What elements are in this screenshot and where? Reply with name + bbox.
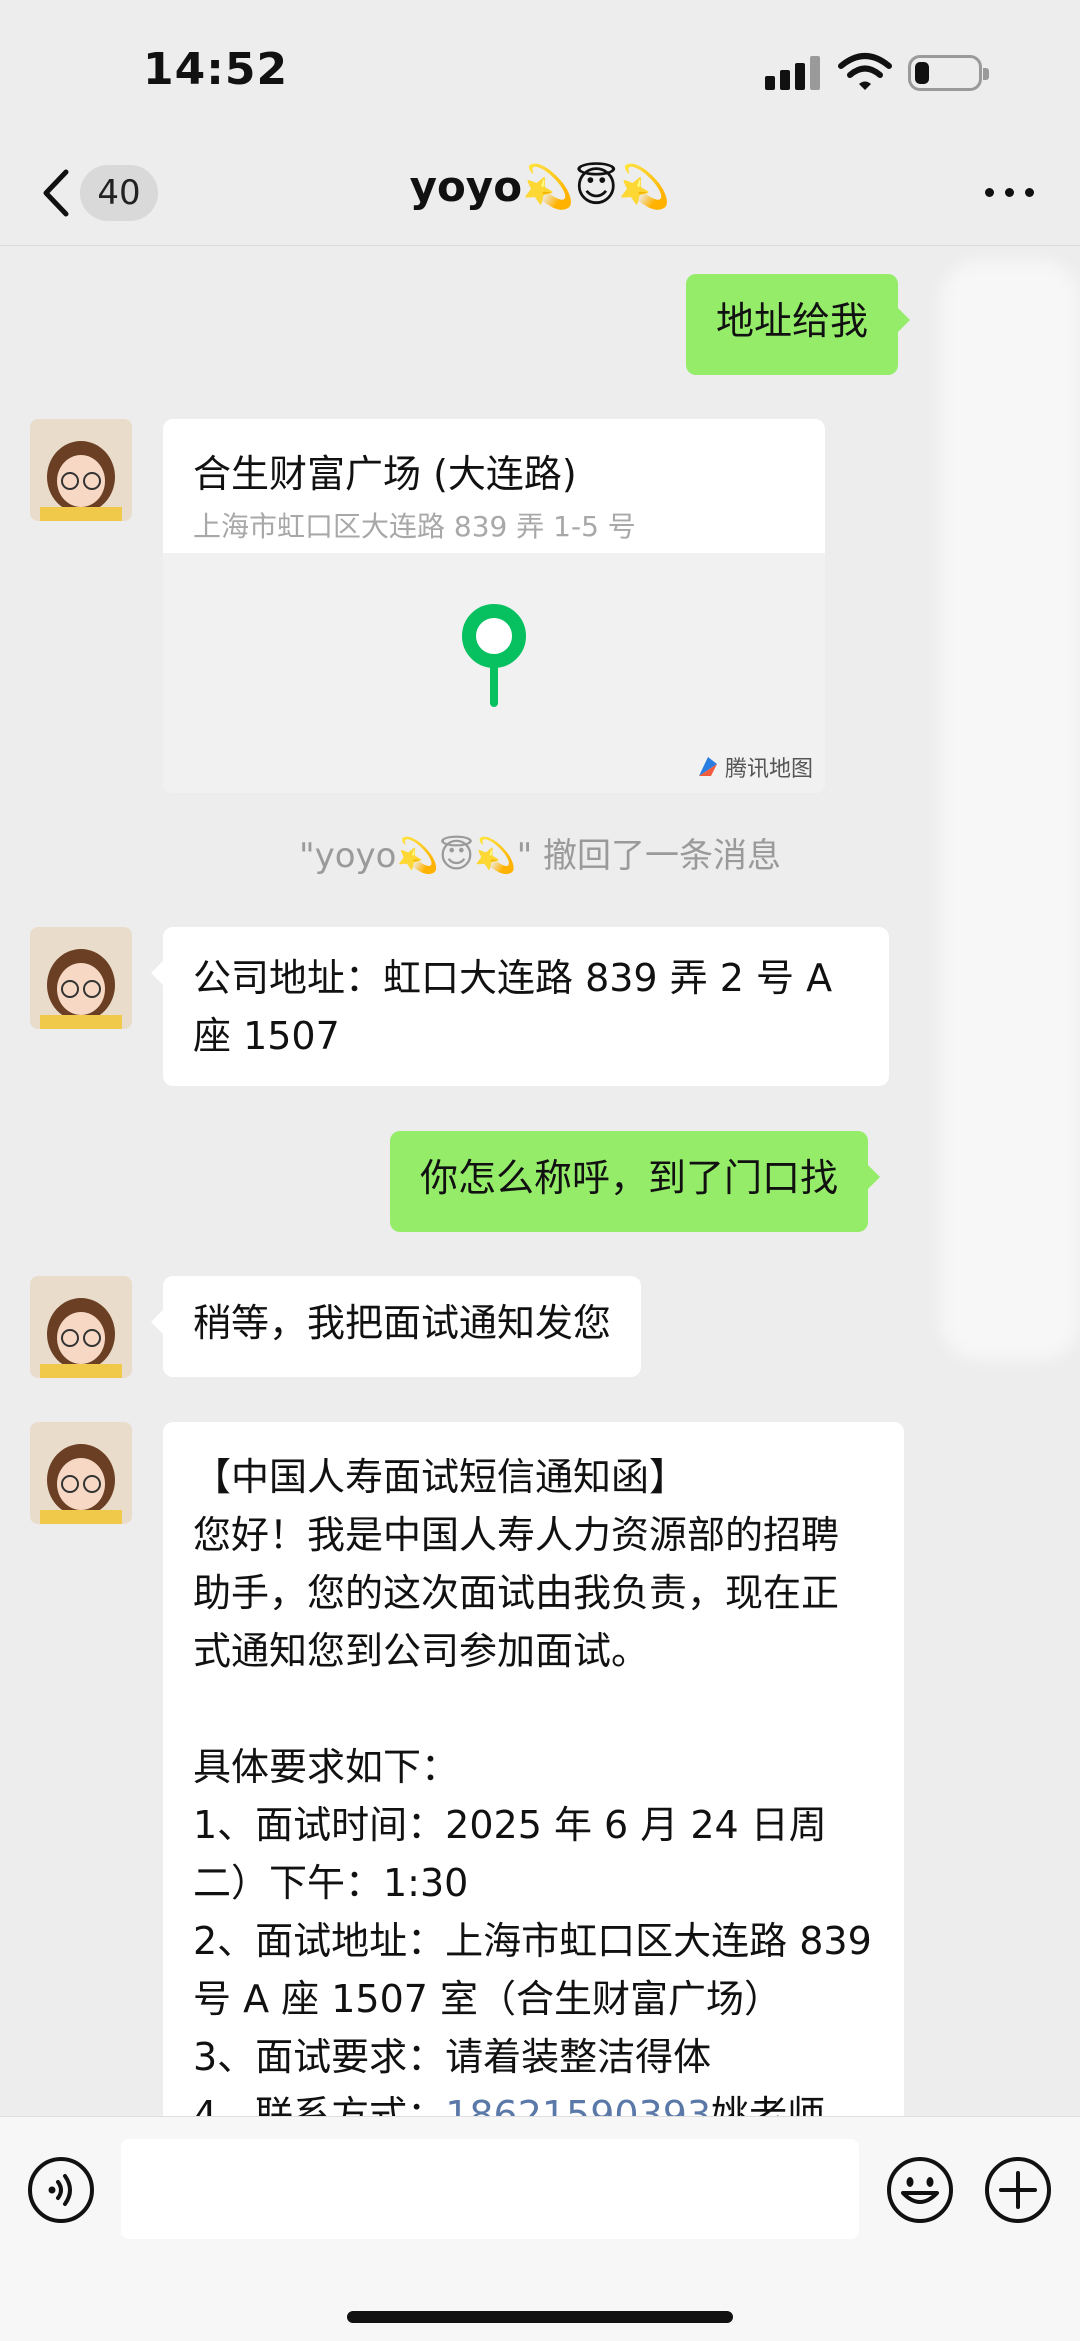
map-pin-icon (462, 604, 526, 707)
location-map[interactable]: 腾讯地图 (163, 553, 825, 793)
more-options-icon[interactable] (985, 188, 1035, 198)
voice-input-icon[interactable] (26, 2155, 96, 2225)
add-attachment-icon[interactable] (983, 2155, 1053, 2225)
message-text: 你怎么称呼，到了门口找 (420, 1156, 839, 1200)
incoming-message[interactable]: 公司地址：虹口大连路 839 弄 2 号 A 座 1507 (151, 927, 889, 1086)
status-bar: 14:52 (0, 0, 1080, 140)
interview-notice-message[interactable]: 【中国人寿面试短信通知函】 您好！我是中国人寿人力资源部的招聘助手，您的这次面试… (163, 1422, 904, 2182)
home-indicator[interactable] (347, 2311, 733, 2323)
emoji-icon[interactable] (885, 2155, 955, 2225)
outgoing-message[interactable]: 你怎么称呼，到了门口找 (390, 1131, 881, 1232)
message-input-bar (0, 2116, 1080, 2341)
location-card[interactable]: 合生财富广场 (大连路) 上海市虹口区大连路 839 弄 1-5 号 腾讯地图 (163, 419, 825, 793)
contact-avatar[interactable] (30, 1276, 132, 1378)
message-text: 公司地址：虹口大连路 839 弄 2 号 A 座 1507 (193, 956, 845, 1058)
contact-avatar[interactable] (30, 927, 132, 1029)
status-time: 14:52 (143, 44, 289, 95)
message-text: 稍等，我把面试通知发您 (193, 1301, 612, 1345)
message-text-input[interactable] (121, 2139, 859, 2239)
recall-notice: "yoyo💫😇💫" 撤回了一条消息 (298, 836, 782, 876)
wifi-icon (838, 53, 892, 90)
cellular-signal-icon (765, 56, 821, 90)
outgoing-message[interactable]: 地址给我 (686, 274, 911, 375)
location-name: 合生财富广场 (大连路) (193, 452, 577, 496)
contact-avatar[interactable] (30, 1422, 132, 1524)
tencent-map-logo-icon (698, 757, 717, 776)
notice-body: 【中国人寿面试短信通知函】 您好！我是中国人寿人力资源部的招聘助手，您的这次面试… (193, 1455, 872, 2137)
incoming-message[interactable]: 稍等，我把面试通知发您 (150, 1276, 642, 1377)
message-text: 【中国人寿面试短信通知函】 您好！我是中国人寿人力资源部的招聘助手，您的这次面试… (163, 1422, 904, 2170)
chat-header: 40 yoyo💫😇💫 (0, 140, 1080, 246)
map-provider: 腾讯地图 (695, 751, 813, 783)
battery-icon (908, 55, 989, 91)
message-text: 地址给我 (716, 299, 869, 343)
chat-title: yoyo💫😇💫 (409, 162, 671, 211)
map-provider-label: 腾讯地图 (724, 757, 813, 782)
location-address: 上海市虹口区大连路 839 弄 1-5 号 (193, 510, 636, 543)
contact-avatar[interactable] (30, 419, 132, 521)
screen-glare (940, 260, 1080, 1360)
